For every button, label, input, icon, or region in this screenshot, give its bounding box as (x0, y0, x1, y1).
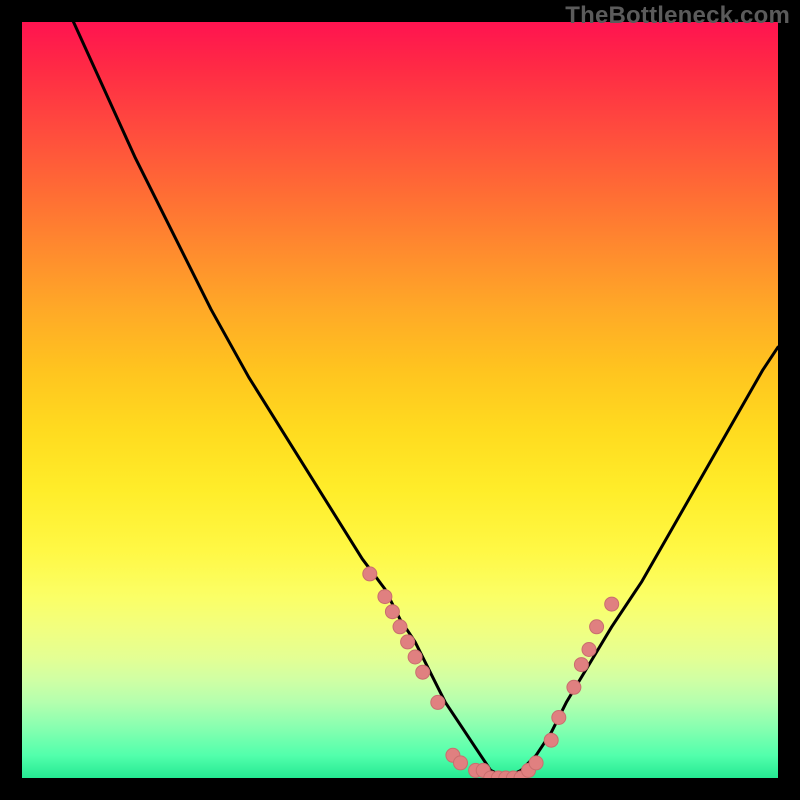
data-marker (529, 756, 543, 770)
curve-layer (22, 22, 778, 778)
chart-frame: TheBottleneck.com (0, 0, 800, 800)
watermark-text: TheBottleneck.com (565, 2, 790, 30)
data-marker (363, 567, 377, 581)
data-marker (401, 635, 415, 649)
data-marker (605, 597, 619, 611)
data-marker (416, 665, 430, 679)
bottleneck-curve (22, 22, 778, 778)
data-marker (408, 650, 422, 664)
data-marker (552, 711, 566, 725)
data-marker (393, 620, 407, 634)
data-marker (454, 756, 468, 770)
marker-group (363, 567, 619, 778)
data-marker (544, 733, 558, 747)
data-marker (582, 643, 596, 657)
plot-area (22, 22, 778, 778)
data-marker (378, 590, 392, 604)
data-marker (574, 658, 588, 672)
data-marker (385, 605, 399, 619)
data-marker (590, 620, 604, 634)
bottleneck-curve-path (22, 22, 778, 778)
data-marker (567, 680, 581, 694)
data-marker (431, 695, 445, 709)
